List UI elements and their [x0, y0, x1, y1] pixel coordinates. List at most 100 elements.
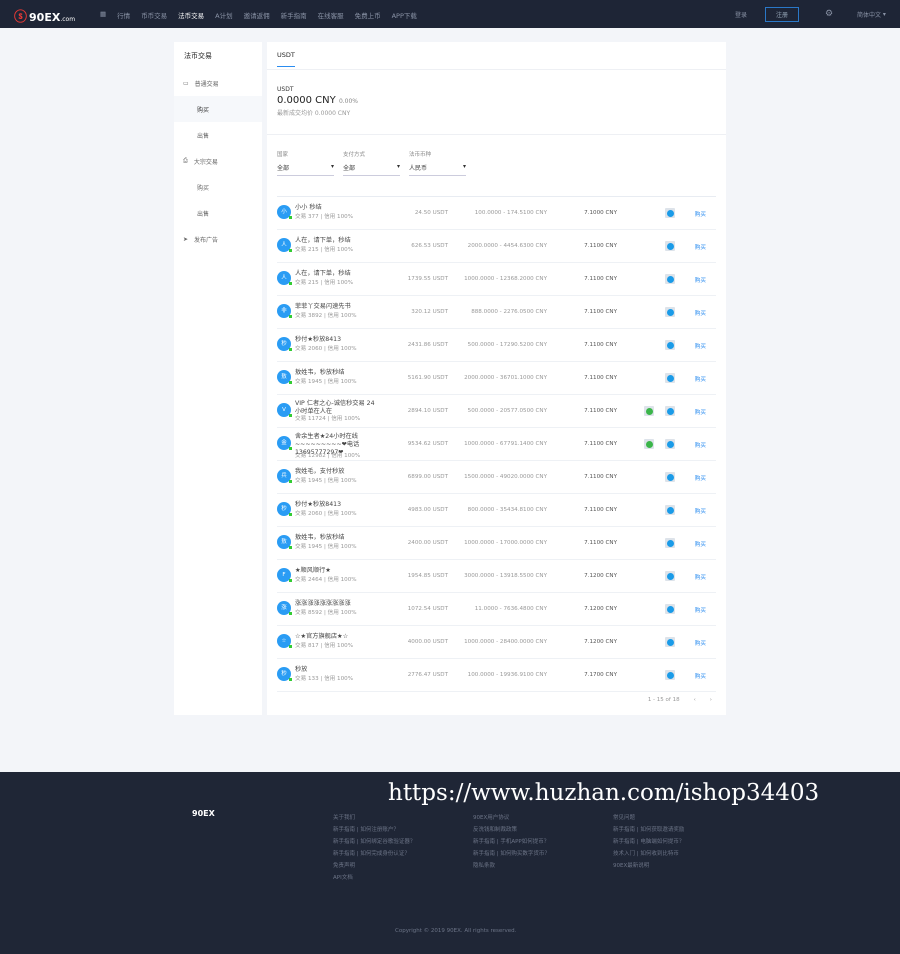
footer-link[interactable]: 技术入门 | 如何收到比特币 — [613, 848, 684, 860]
limit: 1000.0000 - 67791.1400 CNY — [464, 441, 547, 447]
buy-button[interactable]: 购买 — [695, 639, 706, 647]
buy-button[interactable]: 购买 — [695, 672, 706, 680]
login-link[interactable]: 登录 — [735, 0, 747, 28]
sidebar-group-normal[interactable]: ▭ 普通交易 — [174, 70, 262, 96]
avatar-letter: 非 — [281, 308, 287, 314]
avatar-letter: 人 — [281, 242, 287, 248]
merchant-name[interactable]: 涨涨涨涨涨涨涨涨涨 — [295, 600, 375, 608]
gear-icon[interactable]: ⚙ — [825, 0, 833, 28]
buy-button[interactable]: 购买 — [695, 507, 706, 515]
merchant-name[interactable]: 小小 秒结 — [295, 204, 375, 212]
online-dot — [289, 612, 292, 615]
avatar-letter: 涨 — [281, 605, 287, 611]
nav-item[interactable]: 新手指南 — [281, 10, 307, 20]
avatar: 秒 — [277, 667, 292, 681]
avatar: 人 — [277, 238, 292, 252]
nav-item[interactable]: 币币交易 — [141, 10, 167, 20]
footer-link[interactable]: 新手指南 | 手机APP如何提币？ — [473, 836, 550, 848]
footer-link[interactable]: 新手指南 | 如何购买数字货币？ — [473, 848, 550, 860]
buy-button[interactable]: 购买 — [695, 441, 706, 449]
buy-button[interactable]: 购买 — [695, 408, 706, 416]
nav-item[interactable]: A计划 — [215, 10, 232, 20]
merchant-name[interactable]: ★顺风顺行★ — [295, 567, 375, 575]
footer-link[interactable]: 新手指南 | 如何获取邀请奖励 — [613, 824, 684, 836]
nav-item[interactable]: 在线客服 — [318, 10, 344, 20]
table-row: 涨 涨涨涨涨涨涨涨涨涨 交易 8592 | 信用 100% 1072.54 US… — [277, 593, 716, 626]
footer-link[interactable]: 90EX用户协议 — [473, 812, 550, 824]
nav-item[interactable]: 法币交易 — [178, 10, 204, 20]
buy-button[interactable]: 购买 — [695, 540, 706, 548]
language-select[interactable]: 简体中文 ▾ — [857, 0, 886, 28]
merchant-name[interactable]: 秒放 — [295, 666, 375, 674]
logo[interactable]: ⓢ 90EX.com — [14, 6, 75, 25]
next-page-icon[interactable]: › — [710, 697, 712, 703]
footer-link[interactable]: 90EX最新说明 — [613, 860, 684, 872]
merchant-name[interactable]: 秒付★秒放8413 — [295, 501, 375, 509]
sidebar-publish-ad[interactable]: ➤ 发布广告 — [174, 226, 262, 252]
nav-item[interactable]: 行情 — [117, 10, 130, 20]
grid-icon[interactable]: ▦ — [100, 10, 106, 20]
amount: 1072.54 USDT — [407, 606, 448, 612]
nav-item[interactable]: 免费上币 — [355, 10, 381, 20]
footer-link[interactable]: 新手指南 | 电脑端如何提币？ — [613, 836, 684, 848]
merchant-stats: 交易 8592 | 信用 100% — [295, 610, 357, 616]
merchant-name[interactable]: 秒付★秒放8413 — [295, 336, 375, 344]
register-button[interactable]: 注册 — [765, 6, 800, 22]
amount: 5161.90 USDT — [407, 375, 448, 381]
merchant-name[interactable]: 敖姓韦，秒放秒结 — [295, 369, 375, 377]
price: 7.1100 CNY — [584, 342, 617, 348]
footer-link[interactable]: 关于我们 — [333, 812, 415, 824]
footer-link[interactable]: 隐私条款 — [473, 860, 550, 872]
buy-button[interactable]: 购买 — [695, 342, 706, 350]
prev-page-icon[interactable]: ‹ — [694, 697, 696, 703]
buy-button[interactable]: 购买 — [695, 243, 706, 251]
tab-usdt[interactable]: USDT — [277, 51, 295, 67]
alipay-icon — [665, 604, 675, 614]
nav-item[interactable]: 邀请返佣 — [244, 10, 270, 20]
buy-button[interactable]: 购买 — [695, 606, 706, 614]
ad-list: 小 小小 秒结 交易 377 | 信用 100% 24.50 USDT 100.… — [277, 196, 716, 692]
avatar-letter: 小 — [281, 209, 287, 215]
nav-item[interactable]: APP下载 — [392, 10, 417, 20]
sidebar-item-normal-sell[interactable]: 出售 — [174, 122, 262, 148]
limit: 800.0000 - 35434.8100 CNY — [467, 507, 547, 513]
merchant-name[interactable]: 我姓毛，支付秒放 — [295, 468, 375, 476]
footer-link[interactable]: 新手指南 | 如何绑定谷歌验证器？ — [333, 836, 415, 848]
footer-link[interactable]: 反洗钱和制裁政策 — [473, 824, 550, 836]
buy-button[interactable]: 购买 — [695, 573, 706, 581]
language-label: 简体中文 — [857, 11, 882, 19]
footer-link[interactable]: 新手指南 | 如何注册账户？ — [333, 824, 415, 836]
footer-link[interactable]: 新手指南 | 如何完成身份认证？ — [333, 848, 415, 860]
filter-select[interactable]: 国家 全部 ▾ — [277, 150, 334, 176]
merchant-name[interactable]: 人在，请下单，秒结 — [295, 237, 375, 245]
footer-link[interactable]: API文档 — [333, 872, 415, 884]
sidebar-item-bulk-sell[interactable]: 出售 — [174, 200, 262, 226]
avatar-letter: 兵 — [281, 473, 287, 479]
footer-link[interactable]: 免责声明 — [333, 860, 415, 872]
pagination: 1 - 15 of 18 ‹ › — [648, 697, 712, 703]
table-row: 秒 秒付★秒放8413 交易 2060 | 信用 100% 4983.00 US… — [277, 494, 716, 527]
merchant-name[interactable]: 敖姓韦，秒放秒结 — [295, 534, 375, 542]
footer-logo: 90EX — [192, 809, 215, 818]
merchant-name[interactable]: 菲菲丫交易闪速先书 — [295, 303, 375, 311]
buy-button[interactable]: 购买 — [695, 309, 706, 317]
buy-button[interactable]: 购买 — [695, 276, 706, 284]
sidebar-item-normal-buy[interactable]: 购买 — [174, 96, 262, 122]
table-row: 秒 秒放 交易 133 | 信用 100% 2776.47 USDT 100.0… — [277, 659, 716, 692]
buy-button[interactable]: 购买 — [695, 210, 706, 218]
sidebar-group-bulk[interactable]: ⎙ 大宗交易 — [174, 148, 262, 174]
sidebar-item-bulk-buy[interactable]: 购买 — [174, 174, 262, 200]
buy-button[interactable]: 购买 — [695, 474, 706, 482]
amount: 1954.85 USDT — [407, 573, 448, 579]
avatar-letter: 敖 — [281, 374, 287, 380]
footer-link[interactable]: 常见问题 — [613, 812, 684, 824]
online-dot — [289, 447, 292, 450]
table-row: 金 舍余生者★24小时在线~~~~~~~~~❤电话13695777297❤ 交易… — [277, 428, 716, 461]
buy-button[interactable]: 购买 — [695, 375, 706, 383]
merchant-name[interactable]: ☆★官方旗舰店★☆ — [295, 633, 375, 641]
filter-select[interactable]: 法币币种 人民币 ▾ — [409, 150, 466, 176]
merchant-name[interactable]: 人在，请下单，秒结 — [295, 270, 375, 278]
filter-select[interactable]: 支付方式 全部 ▾ — [343, 150, 400, 176]
price: 7.1200 CNY — [584, 573, 617, 579]
footer-column: 90EX用户协议 反洗钱和制裁政策 新手指南 | 手机APP如何提币？ 新手指南 | … — [473, 812, 550, 872]
